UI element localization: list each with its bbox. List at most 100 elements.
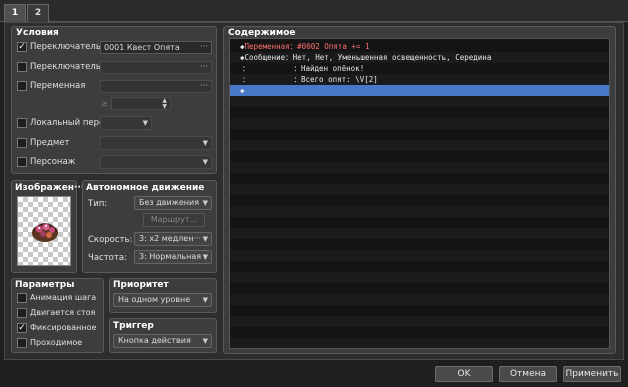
through-label: Проходимое [30,338,83,347]
command-row[interactable] [230,316,609,327]
cancel-button[interactable]: Отмена [499,366,557,382]
command-name: Сообщение [244,53,286,62]
command-row[interactable] [230,250,609,261]
item-dropdown[interactable]: ▼ [100,136,212,150]
command-row[interactable]: ◆Переменная：#0002 Опята += 1 [230,41,609,52]
switch2-label: Переключатель [30,62,101,72]
command-separator: ： [293,64,302,73]
variable-checkbox[interactable] [17,81,27,91]
command-separator: ： [285,53,293,62]
command-row[interactable]: ：：Найден опёнок! [230,63,609,74]
switch2-field[interactable]: ··· [100,61,212,74]
direction-fix-checkbox[interactable]: ✓ [17,323,27,333]
command-row[interactable]: ◆ [230,85,609,96]
apply-button[interactable]: Применить [563,366,621,382]
command-row[interactable] [230,107,609,118]
priority-value: На одном уровне [118,295,191,304]
chevron-down-icon: ▼ [202,158,208,166]
command-row[interactable] [230,272,609,283]
command-row[interactable] [230,305,609,316]
tab-1[interactable]: 1 [4,4,26,22]
priority-title: Приоритет [113,280,169,290]
variable-label: Переменная [30,81,86,91]
speed-value: 3: x2 медлен··· [139,234,202,243]
mushroom-basket-icon [32,223,58,242]
switch1-field[interactable]: 0001 Квест Опята ··· [100,41,212,54]
chevron-down-icon: ▼ [202,337,208,345]
command-row[interactable] [230,140,609,151]
command-prefix: ： [242,64,250,73]
command-row[interactable] [230,195,609,206]
speed-label: Скорость: [88,235,133,245]
command-row[interactable] [230,261,609,272]
conditions-title: Условия [16,28,59,38]
options-title: Параметры [15,280,75,290]
route-button[interactable]: Маршрут... [143,213,205,227]
freq-label: Частота: [88,253,127,263]
command-prefix: ◆ [240,42,245,51]
command-row[interactable] [230,173,609,184]
freq-dropdown[interactable]: 3: Нормальная ▼ [134,250,212,264]
chevron-down-icon: ▼ [142,119,148,127]
speed-dropdown[interactable]: 3: x2 медлен··· ▼ [134,232,212,246]
command-row[interactable] [230,206,609,217]
autonomous-title: Автономное движение [86,183,205,193]
local-switch-checkbox[interactable] [17,118,27,128]
walk-anim-label: Анимация шага [30,293,97,302]
walk-anim-checkbox[interactable] [17,293,27,303]
contents-title: Содержимое [228,28,296,38]
ok-button[interactable]: OK [435,366,493,382]
variable-number-field[interactable]: ▲ ▼ [111,97,171,110]
actor-dropdown[interactable]: ▼ [100,155,212,169]
command-row[interactable]: ：：Всего опят: \V[2] [230,74,609,85]
command-row[interactable] [230,239,609,250]
switch1-checkbox[interactable]: ✓ [17,42,27,52]
command-text: #0002 Опята += 1 [297,42,370,51]
command-row[interactable] [230,184,609,195]
command-row[interactable] [230,118,609,129]
tab-bar [0,0,628,22]
command-row[interactable] [230,228,609,239]
command-prefix: ◆ [240,53,245,62]
command-text: Найден опёнок! [301,64,365,73]
event-command-list[interactable]: ◆Переменная：#0002 Опята += 1 ◆Сообщение：Н… [229,38,610,349]
command-row[interactable] [230,283,609,294]
command-text: Нет, Нет, Уменьшенная освещенность, Сере… [292,53,492,62]
type-dropdown[interactable]: Без движения ▼ [134,196,212,210]
switch2-checkbox[interactable] [17,62,27,72]
step-anim-checkbox[interactable] [17,308,27,318]
type-value: Без движения [139,198,200,207]
actor-checkbox[interactable] [17,157,27,167]
priority-dropdown[interactable]: На одном уровне ▼ [113,293,212,307]
local-switch-dropdown[interactable]: ▼ [100,116,152,130]
ellipsis-icon: ··· [200,62,208,71]
event-image[interactable] [17,196,71,266]
command-name: Переменная [244,42,290,51]
command-row[interactable] [230,162,609,173]
ellipsis-icon: ··· [200,42,208,51]
command-row[interactable] [230,294,609,305]
command-prefix: ◆ [240,86,245,95]
item-checkbox[interactable] [17,138,27,148]
command-separator: ： [293,75,302,84]
through-checkbox[interactable] [17,338,27,348]
command-row[interactable] [230,327,609,338]
chevron-down-icon: ▼ [202,235,208,243]
actor-label: Персонаж [30,157,76,167]
image-title: Изображен··· [15,183,85,193]
command-row[interactable] [230,129,609,140]
chevron-down-icon: ▼ [202,139,208,147]
command-row[interactable] [230,338,609,348]
command-row[interactable] [230,151,609,162]
spinner-icon[interactable]: ▲ ▼ [162,98,167,109]
variable-field[interactable]: ··· [100,80,212,93]
command-row[interactable] [230,96,609,107]
trigger-dropdown[interactable]: Кнопка действия ▼ [113,334,212,348]
ge-icon: ≥ [101,99,108,108]
chevron-down-icon: ▼ [202,253,208,261]
type-label: Тип: [88,199,108,209]
command-row[interactable] [230,217,609,228]
tab-2[interactable]: 2 [27,4,49,22]
command-row[interactable]: ◆Сообщение：Нет, Нет, Уменьшенная освещен… [230,52,609,63]
trigger-value: Кнопка действия [118,336,191,345]
